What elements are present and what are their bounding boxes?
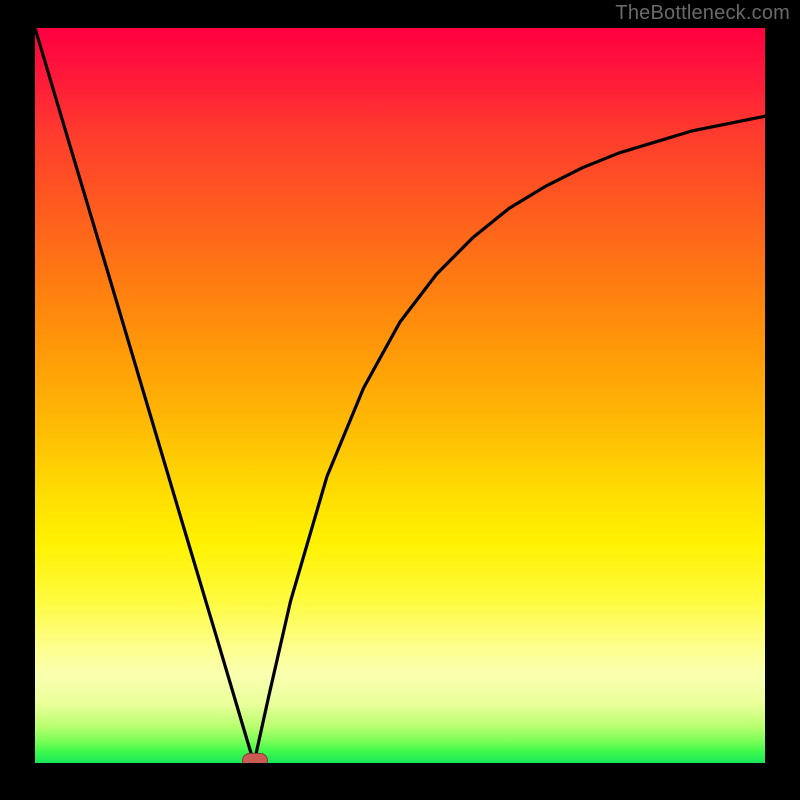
bottleneck-curve: [35, 28, 765, 763]
chart-frame: TheBottleneck.com: [0, 0, 800, 800]
minimum-marker: [242, 753, 268, 763]
watermark-text: TheBottleneck.com: [615, 2, 790, 25]
plot-area: [35, 28, 765, 763]
